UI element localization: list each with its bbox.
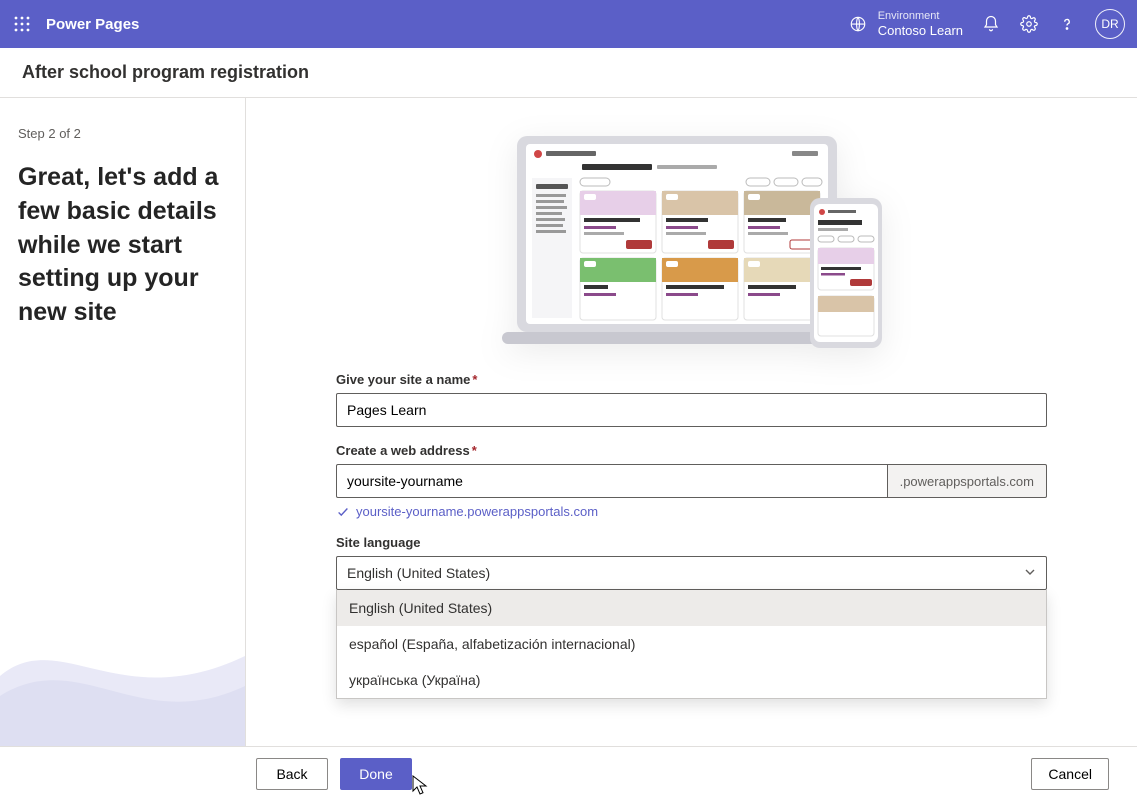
step-indicator: Step 2 of 2 bbox=[18, 126, 227, 141]
environment-text: Environment Contoso Learn bbox=[878, 10, 963, 39]
site-language-select[interactable]: English (United States) bbox=[336, 556, 1047, 590]
site-name-input[interactable] bbox=[336, 393, 1047, 427]
user-avatar[interactable]: DR bbox=[1095, 9, 1125, 39]
footer-left: Back Done bbox=[256, 758, 412, 790]
globe-icon bbox=[848, 14, 868, 34]
cursor-icon bbox=[412, 775, 428, 795]
header-right: Environment Contoso Learn DR bbox=[848, 9, 1125, 39]
page-title-bar: After school program registration bbox=[0, 48, 1137, 98]
required-marker: * bbox=[472, 443, 477, 458]
web-address-input[interactable] bbox=[336, 464, 888, 498]
user-initials: DR bbox=[1101, 17, 1118, 31]
site-language-group: Site language English (United States) En… bbox=[336, 535, 1047, 699]
back-button[interactable]: Back bbox=[256, 758, 328, 790]
environment-label: Environment bbox=[878, 10, 963, 23]
wizard-footer: Back Done Cancel bbox=[0, 746, 1137, 801]
cancel-button[interactable]: Cancel bbox=[1031, 758, 1109, 790]
web-address-group: Create a web address* .powerappsportals.… bbox=[336, 443, 1047, 519]
environment-picker[interactable]: Environment Contoso Learn bbox=[848, 10, 963, 39]
page-title: After school program registration bbox=[22, 62, 309, 83]
language-option[interactable]: español (España, alfabetización internac… bbox=[337, 626, 1046, 662]
checkmark-icon bbox=[336, 505, 350, 519]
language-option[interactable]: English (United States) bbox=[337, 590, 1046, 626]
web-address-validation: yoursite-yourname.powerappsportals.com bbox=[336, 504, 1047, 519]
header-left: Power Pages bbox=[12, 14, 139, 34]
chevron-down-icon bbox=[1024, 565, 1036, 581]
site-language-dropdown: English (United States) español (España,… bbox=[336, 590, 1047, 699]
site-language-value: English (United States) bbox=[347, 565, 490, 581]
required-marker: * bbox=[472, 372, 477, 387]
app-header: Power Pages Environment Contoso Learn DR bbox=[0, 0, 1137, 48]
environment-name: Contoso Learn bbox=[878, 23, 963, 39]
web-address-label: Create a web address* bbox=[336, 443, 1047, 458]
wizard-heading: Great, let's add a few basic details whi… bbox=[18, 161, 227, 330]
main-content: Step 2 of 2 Great, let's add a few basic… bbox=[0, 98, 1137, 746]
help-icon[interactable] bbox=[1057, 14, 1077, 34]
validated-url: yoursite-yourname.powerappsportals.com bbox=[356, 504, 598, 519]
done-button[interactable]: Done bbox=[340, 758, 412, 790]
site-preview bbox=[336, 128, 1047, 358]
web-address-suffix: .powerappsportals.com bbox=[888, 464, 1047, 498]
notifications-icon[interactable] bbox=[981, 14, 1001, 34]
app-launcher-icon[interactable] bbox=[12, 14, 32, 34]
settings-icon[interactable] bbox=[1019, 14, 1039, 34]
wizard-right-panel: Give your site a name* Create a web addr… bbox=[246, 98, 1137, 746]
language-option[interactable]: українська (Україна) bbox=[337, 662, 1046, 698]
decorative-wave bbox=[0, 606, 245, 746]
wizard-left-panel: Step 2 of 2 Great, let's add a few basic… bbox=[0, 98, 246, 746]
site-name-label: Give your site a name* bbox=[336, 372, 1047, 387]
app-name: Power Pages bbox=[46, 16, 139, 33]
site-language-label: Site language bbox=[336, 535, 1047, 550]
site-name-group: Give your site a name* bbox=[336, 372, 1047, 427]
web-address-row: .powerappsportals.com bbox=[336, 464, 1047, 498]
